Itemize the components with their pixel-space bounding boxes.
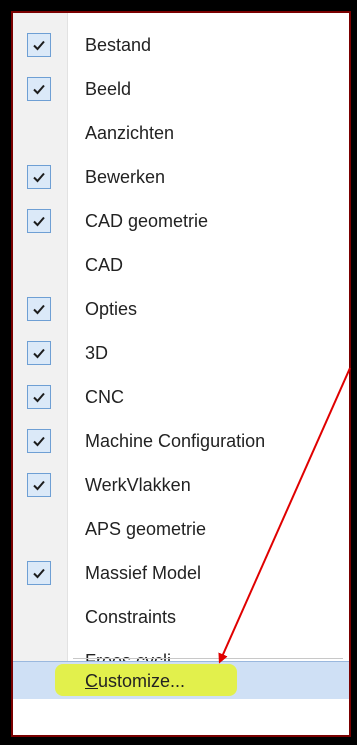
- menu-item-opties[interactable]: Opties: [13, 287, 349, 331]
- check-icon: [33, 84, 45, 95]
- screenshot-frame: Bestand Beeld Aanzichten Bewerken CAD geomet…: [0, 0, 357, 742]
- menu-item-label: Aanzichten: [85, 123, 175, 143]
- checkbox-checked: [27, 473, 51, 497]
- menu-item-label: Bewerken: [85, 167, 166, 187]
- menu-item-label: CNC: [85, 387, 124, 407]
- customize-label-rest: ustomize...: [98, 671, 186, 691]
- menu-bottom-padding: [13, 699, 349, 735]
- check-icon: [33, 216, 45, 227]
- menu-item-bestand[interactable]: Bestand: [13, 23, 349, 67]
- check-icon: [33, 436, 45, 447]
- menu-item-label: Massief Model: [85, 563, 202, 583]
- check-icon: [33, 392, 45, 403]
- check-icon: [33, 480, 45, 491]
- check-icon: [33, 40, 45, 51]
- customize-mnemonic: C: [85, 671, 98, 691]
- checkbox-checked: [27, 209, 51, 233]
- menu-item-label: CAD geometrie: [85, 211, 209, 231]
- menu-item-label: Beeld: [85, 79, 132, 99]
- menu-item-constraints[interactable]: Constraints: [13, 595, 349, 639]
- checkbox-checked: [27, 165, 51, 189]
- check-icon: [33, 304, 45, 315]
- menu-separator: [73, 658, 343, 659]
- checkbox-checked: [27, 385, 51, 409]
- menu-item-label: 3D: [85, 343, 109, 363]
- checkbox-checked: [27, 561, 51, 585]
- menu-item-cnc[interactable]: CNC: [13, 375, 349, 419]
- checkbox-checked: [27, 341, 51, 365]
- menu-item-massief-model[interactable]: Massief Model: [13, 551, 349, 595]
- menu-item-cad-geometrie[interactable]: CAD geometrie: [13, 199, 349, 243]
- menu-item-label: WerkVlakken: [85, 475, 191, 495]
- checkbox-checked: [27, 297, 51, 321]
- check-icon: [33, 568, 45, 579]
- menu-item-beeld[interactable]: Beeld: [13, 67, 349, 111]
- menu-item-cad[interactable]: CAD: [13, 243, 349, 287]
- menu-item-aps-geometrie[interactable]: APS geometrie: [13, 507, 349, 551]
- checkbox-checked: [27, 33, 51, 57]
- menu-item-label: CAD: [85, 255, 124, 275]
- checkbox-checked: [27, 429, 51, 453]
- customize-label: Customize...: [85, 662, 185, 700]
- check-icon: [33, 348, 45, 359]
- menu-item-bewerken[interactable]: Bewerken: [13, 155, 349, 199]
- customize-menu-item[interactable]: Customize...: [13, 661, 349, 699]
- toolbar-visibility-menu: Bestand Beeld Aanzichten Bewerken CAD geomet…: [11, 11, 351, 737]
- checkbox-checked: [27, 77, 51, 101]
- menu-item-werkvlakken[interactable]: WerkVlakken: [13, 463, 349, 507]
- menu-item-label: Machine Configuration: [85, 431, 266, 451]
- check-icon: [33, 172, 45, 183]
- menu-item-label: Constraints: [85, 607, 177, 627]
- menu-item-machine-configuration[interactable]: Machine Configuration: [13, 419, 349, 463]
- menu-item-label: Bestand: [85, 35, 152, 55]
- menu-item-label: Opties: [85, 299, 138, 319]
- menu-item-3d[interactable]: 3D: [13, 331, 349, 375]
- menu-item-aanzichten[interactable]: Aanzichten: [13, 111, 349, 155]
- menu-item-label: APS geometrie: [85, 519, 207, 539]
